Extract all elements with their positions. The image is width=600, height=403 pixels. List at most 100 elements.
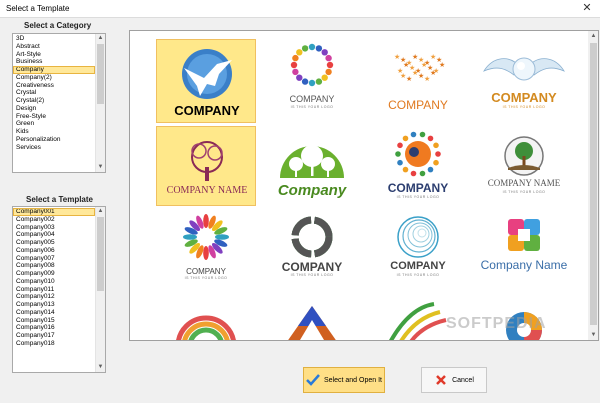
list-item[interactable]: Company <box>13 66 95 74</box>
scroll-thumb[interactable] <box>97 44 104 104</box>
list-item[interactable]: Company011 <box>13 286 95 294</box>
list-item[interactable]: Green <box>13 120 95 128</box>
cancel-icon <box>436 375 446 385</box>
list-item[interactable]: Company003 <box>13 224 95 232</box>
gallery-scrollbar[interactable]: ▲ ▼ <box>588 31 598 340</box>
template-tile-company013[interactable] <box>156 298 256 340</box>
list-item[interactable]: Company009 <box>13 270 95 278</box>
scroll-up-icon[interactable]: ▲ <box>588 31 598 41</box>
template-tile-company001[interactable]: COMPANY <box>156 39 256 123</box>
close-icon[interactable]: ✕ <box>580 1 594 15</box>
list-item[interactable]: Abstract <box>13 43 95 51</box>
list-item[interactable]: Company013 <box>13 301 95 309</box>
list-item[interactable]: Company008 <box>13 262 95 270</box>
list-item[interactable]: 3D <box>13 35 95 43</box>
template-tile-company004[interactable]: COMPANY IS THIS YOUR LOGO <box>474 39 574 123</box>
triangle-icon <box>288 306 336 340</box>
cancel-label: Cancel <box>452 376 474 384</box>
list-item[interactable]: Kids <box>13 128 95 136</box>
list-item[interactable]: Design <box>13 105 95 113</box>
list-item[interactable]: Crystal <box>13 89 95 97</box>
list-item[interactable]: Personalization <box>13 136 95 144</box>
watermark-text: SOFTPEDIA <box>446 315 547 332</box>
list-item[interactable]: Company004 <box>13 231 95 239</box>
color-squares-icon <box>508 219 540 251</box>
tile-slogan: IS THIS YOUR LOGO <box>396 273 440 277</box>
list-item[interactable]: Company006 <box>13 247 95 255</box>
tile-logo-text: COMPANY <box>390 260 446 272</box>
list-item[interactable]: Company017 <box>13 332 95 340</box>
tile-slogan: IS THIS YOUR LOGO <box>502 190 546 194</box>
scroll-up-icon[interactable]: ▲ <box>96 34 105 43</box>
scroll-up-icon[interactable]: ▲ <box>96 207 105 216</box>
tile-logo-text: COMPANY <box>174 103 240 118</box>
template-tile-company007[interactable]: COMPANY IS THIS YOUR LOGO <box>368 126 468 210</box>
svg-text:★: ★ <box>439 61 445 69</box>
list-item[interactable]: Company007 <box>13 255 95 263</box>
scroll-down-icon[interactable]: ▼ <box>588 330 598 340</box>
template-tile-company005[interactable]: COMPANY NAME <box>156 126 256 206</box>
svg-text:★: ★ <box>430 69 436 77</box>
scroll-thumb[interactable] <box>590 43 597 325</box>
tile-slogan: IS THIS YOUR LOGO <box>290 273 334 277</box>
tile-slogan: IS THIS YOUR LOGO <box>502 105 546 109</box>
template-tile-company008[interactable]: COMPANY NAME IS THIS YOUR LOGO <box>474 126 574 210</box>
template-tile-company011[interactable]: COMPANY IS THIS YOUR LOGO <box>368 209 468 293</box>
list-item[interactable]: Free-Style <box>13 113 95 121</box>
category-list[interactable]: 3D Abstract Art-Style Business Company Compan… <box>12 33 106 173</box>
template-items: Company001 Company002 Company003 Company004… <box>13 207 95 372</box>
template-tile-company014[interactable] <box>262 298 362 340</box>
cancel-button[interactable]: Cancel <box>421 367 487 393</box>
people-circle-icon <box>290 43 334 87</box>
list-item[interactable]: Services <box>13 144 95 152</box>
tile-logo-text: Company <box>277 182 347 199</box>
template-tile-company002[interactable]: COMPANY IS THIS YOUR LOGO <box>262 39 362 123</box>
template-title: Select a Template <box>26 195 93 204</box>
tile-logo-text: COMPANY <box>186 267 226 276</box>
scroll-down-icon[interactable]: ▼ <box>96 363 105 372</box>
title-bar: Select a Template ✕ <box>0 0 600 18</box>
select-and-open-label: Select and Open It <box>324 376 382 384</box>
list-item[interactable]: Company012 <box>13 293 95 301</box>
template-tile-company009[interactable]: COMPANY IS THIS YOUR LOGO <box>156 209 256 293</box>
rainbow-arc-icon <box>176 315 236 340</box>
list-item[interactable]: Business <box>13 58 95 66</box>
template-scrollbar[interactable]: ▲ ▼ <box>95 207 105 372</box>
tile-logo-text: COMPANY <box>281 260 343 274</box>
tree-circle-icon <box>504 136 544 176</box>
petals-ring-icon <box>183 214 229 260</box>
list-item[interactable]: Company010 <box>13 278 95 286</box>
scroll-thumb[interactable] <box>97 217 104 291</box>
tile-logo-text: COMPANY <box>387 181 449 195</box>
list-item[interactable]: Company(2) <box>13 74 95 82</box>
tile-logo-text: COMPANY <box>289 94 335 104</box>
scroll-down-icon[interactable]: ▼ <box>96 163 105 172</box>
list-item[interactable]: Company016 <box>13 324 95 332</box>
tile-logo-text: COMPANY <box>491 90 557 105</box>
list-item[interactable]: Company018 <box>13 340 95 348</box>
category-scrollbar[interactable]: ▲ ▼ <box>95 34 105 172</box>
list-item[interactable]: Company002 <box>13 216 95 224</box>
list-item[interactable]: Company005 <box>13 239 95 247</box>
list-item[interactable]: Crystal(2) <box>13 97 95 105</box>
segmented-ring-icon <box>291 216 333 258</box>
tile-logo-text: COMPANY <box>388 98 448 112</box>
list-item[interactable]: Creativeness <box>13 82 95 90</box>
list-item[interactable]: Art-Style <box>13 51 95 59</box>
list-item[interactable]: Company001 <box>13 208 95 216</box>
tile-logo-text: COMPANY NAME <box>487 178 561 188</box>
template-tile-company006[interactable]: Company <box>262 126 362 210</box>
list-item[interactable]: Company014 <box>13 309 95 317</box>
select-and-open-button[interactable]: Select and Open It <box>303 367 385 393</box>
template-gallery: COMPANY COMPANY IS THIS YOUR LOGO ★ ★ ★ ★ ★ ★… <box>156 37 588 340</box>
window-title: Select a Template <box>6 4 70 13</box>
tile-slogan: IS THIS YOUR LOGO <box>184 276 228 280</box>
template-tile-company003[interactable]: ★ ★ ★ ★ ★ ★ ★ ★ ★ ★ ★ ★ ★ ★ ★ ★ ★ ★ ★ ★ ★ ★ COMPANY <box>368 39 468 123</box>
list-item[interactable]: Company015 <box>13 317 95 325</box>
checkmark-icon <box>306 374 320 386</box>
template-list[interactable]: Company001 Company002 Company003 Company004… <box>12 206 106 373</box>
template-tile-company012[interactable]: Company Name <box>474 209 574 293</box>
template-tile-company010[interactable]: COMPANY IS THIS YOUR LOGO <box>262 209 362 293</box>
tile-slogan: IS THIS YOUR LOGO <box>290 105 334 109</box>
spiral-icon <box>397 216 439 258</box>
